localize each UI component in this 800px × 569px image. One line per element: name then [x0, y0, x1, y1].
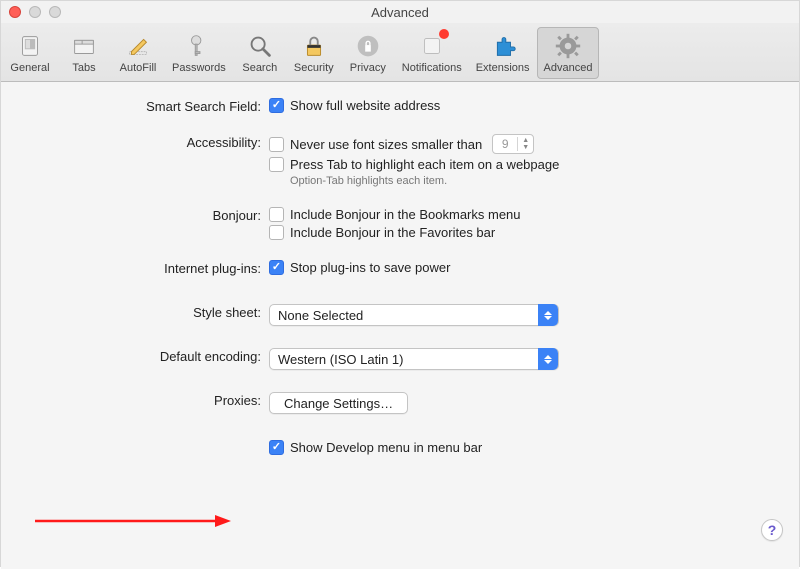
tab-label: General — [10, 62, 49, 74]
tab-advanced[interactable]: Advanced — [537, 27, 600, 79]
stylesheet-select[interactable]: None Selected — [269, 304, 559, 326]
titlebar: Advanced — [1, 1, 799, 23]
key-icon — [179, 30, 219, 62]
show-full-url-checkbox[interactable] — [269, 98, 284, 113]
tab-tabs[interactable]: Tabs — [57, 27, 111, 79]
help-glyph: ? — [768, 522, 777, 538]
tab-label: AutoFill — [120, 62, 157, 74]
general-icon — [10, 30, 50, 62]
tab-highlight-label: Press Tab to highlight each item on a we… — [290, 157, 559, 172]
tab-passwords[interactable]: Passwords — [165, 27, 233, 79]
tab-label: Privacy — [350, 62, 386, 74]
empty-label — [25, 440, 269, 441]
stop-plugins-checkbox[interactable] — [269, 260, 284, 275]
bonjour-favorites-checkbox[interactable] — [269, 225, 284, 240]
bonjour-bookmarks-label: Include Bonjour in the Bookmarks menu — [290, 207, 521, 222]
accessibility-label: Accessibility: — [25, 134, 269, 150]
stepper-arrows[interactable]: ▲▼ — [517, 137, 533, 151]
search-icon — [240, 30, 280, 62]
select-arrows-icon — [538, 304, 558, 326]
min-font-stepper[interactable]: 9 ▲▼ — [492, 134, 534, 154]
notification-badge — [439, 29, 449, 39]
tab-notifications[interactable]: Notifications — [395, 27, 469, 79]
tab-label: Search — [242, 62, 277, 74]
preferences-window: Advanced General Tabs AutoFill Passwords — [0, 0, 800, 567]
tab-extensions[interactable]: Extensions — [469, 27, 537, 79]
extensions-icon — [483, 30, 523, 62]
tab-general[interactable]: General — [3, 27, 57, 79]
develop-menu-label: Show Develop menu in menu bar — [290, 440, 482, 455]
tab-autofill[interactable]: AutoFill — [111, 27, 165, 79]
tab-label: Advanced — [544, 62, 593, 74]
notifications-icon — [412, 30, 452, 62]
lock-icon — [294, 30, 334, 62]
window-title: Advanced — [1, 5, 799, 20]
tab-search[interactable]: Search — [233, 27, 287, 79]
tabs-icon — [64, 30, 104, 62]
plugins-label: Internet plug-ins: — [25, 260, 269, 276]
stop-plugins-label: Stop plug-ins to save power — [290, 260, 450, 275]
stylesheet-value: None Selected — [278, 308, 363, 323]
stylesheet-label: Style sheet: — [25, 304, 269, 320]
bonjour-label: Bonjour: — [25, 207, 269, 223]
change-settings-button[interactable]: Change Settings… — [269, 392, 408, 414]
tab-security[interactable]: Security — [287, 27, 341, 79]
preferences-toolbar: General Tabs AutoFill Passwords Search — [1, 23, 799, 82]
pencil-icon — [118, 30, 158, 62]
encoding-value: Western (ISO Latin 1) — [278, 352, 403, 367]
proxies-label: Proxies: — [25, 392, 269, 408]
privacy-icon — [348, 30, 388, 62]
min-font-checkbox[interactable] — [269, 137, 284, 152]
smart-search-label: Smart Search Field: — [25, 98, 269, 114]
encoding-label: Default encoding: — [25, 348, 269, 364]
tab-label: Extensions — [476, 62, 530, 74]
bonjour-bookmarks-checkbox[interactable] — [269, 207, 284, 222]
help-button[interactable]: ? — [761, 519, 783, 541]
tab-label: Notifications — [402, 62, 462, 74]
annotation-arrow-icon — [31, 509, 231, 533]
tab-label: Security — [294, 62, 334, 74]
gear-icon — [548, 30, 588, 62]
tab-highlight-hint: Option-Tab highlights each item. — [269, 175, 559, 187]
advanced-pane: Smart Search Field: Show full website ad… — [1, 82, 799, 569]
bonjour-favorites-label: Include Bonjour in the Favorites bar — [290, 225, 495, 240]
tab-highlight-checkbox[interactable] — [269, 157, 284, 172]
show-full-url-label: Show full website address — [290, 98, 440, 113]
tab-label: Tabs — [72, 62, 95, 74]
tab-privacy[interactable]: Privacy — [341, 27, 395, 79]
select-arrows-icon — [538, 348, 558, 370]
encoding-select[interactable]: Western (ISO Latin 1) — [269, 348, 559, 370]
tab-label: Passwords — [172, 62, 226, 74]
min-font-value: 9 — [493, 137, 517, 151]
change-settings-label: Change Settings… — [284, 396, 393, 411]
develop-menu-checkbox[interactable] — [269, 440, 284, 455]
min-font-label: Never use font sizes smaller than — [290, 137, 482, 152]
